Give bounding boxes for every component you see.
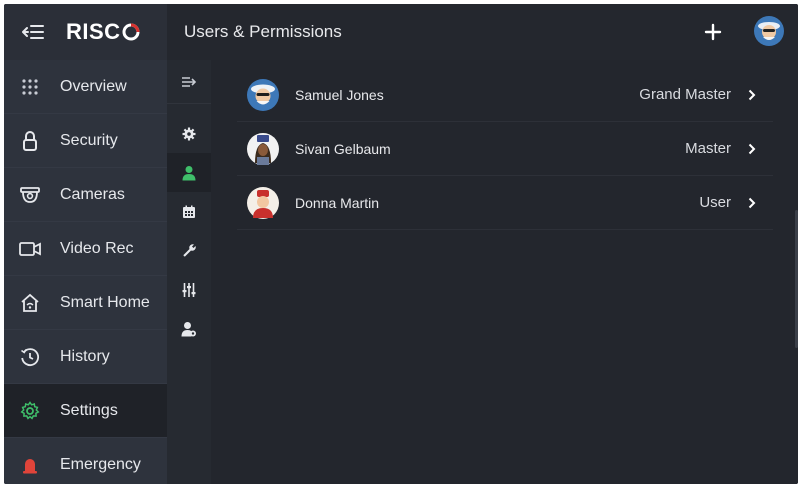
lock-icon [18, 129, 42, 153]
wrench-icon [182, 244, 196, 257]
subnav-adjustments[interactable] [167, 270, 211, 309]
list-item-user[interactable]: Sivan Gelbaum Master [237, 122, 773, 176]
chevron-right-icon [745, 196, 759, 210]
sidebar-item-history[interactable]: History [4, 330, 167, 384]
gear-icon [182, 127, 196, 140]
user-name: Samuel Jones [295, 86, 384, 103]
user-role: User [699, 194, 731, 211]
chevron-right-icon [745, 88, 759, 102]
logo-text: RISC [66, 19, 121, 44]
sidebar-item-label: Security [60, 131, 118, 149]
user-name: Sivan Gelbaum [295, 140, 391, 157]
avatar [247, 132, 279, 165]
sidebar-item-label: Emergency [60, 455, 141, 473]
sidebar-item-security[interactable]: Security [4, 114, 167, 168]
sidebar-item-overview[interactable]: Overview [4, 60, 167, 114]
users-panel: Samuel Jones Grand Master Sivan Gelbaum … [211, 60, 798, 484]
app-window: RISC Users & Permissions Overview Securi… [4, 4, 798, 484]
chevron-right-icon [745, 142, 759, 156]
sidebar-item-video-rec[interactable]: Video Rec [4, 222, 167, 276]
home-icon [18, 291, 42, 315]
brand-bar: RISC [4, 4, 167, 60]
list-item-user[interactable]: Samuel Jones Grand Master [237, 68, 773, 122]
gear-icon [18, 399, 42, 423]
camera-icon [18, 183, 42, 207]
calendar-icon [183, 205, 195, 218]
subnav-users[interactable] [167, 153, 211, 192]
add-user-button[interactable] [698, 17, 728, 47]
settings-subnav [167, 60, 211, 484]
subnav-general-settings[interactable] [167, 114, 211, 153]
sidebar-item-label: Cameras [60, 185, 125, 203]
collapse-menu-icon[interactable] [18, 17, 48, 47]
page-title: Users & Permissions [184, 22, 342, 41]
header-bar: Users & Permissions [167, 4, 798, 60]
plus-icon [704, 23, 722, 41]
sidebar-item-cameras[interactable]: Cameras [4, 168, 167, 222]
siren-icon [18, 453, 42, 477]
video-icon [18, 237, 42, 261]
sidebar-item-emergency[interactable]: Emergency [4, 438, 167, 484]
avatar [247, 186, 279, 219]
sidebar-item-smart-home[interactable]: Smart Home [4, 276, 167, 330]
sidebar-item-label: Settings [60, 401, 118, 419]
subnav-user-settings[interactable] [167, 309, 211, 348]
user-role: Grand Master [639, 86, 731, 103]
sidebar-item-label: Video Rec [60, 239, 134, 257]
subnav-tools[interactable] [167, 231, 211, 270]
user-icon [182, 165, 196, 180]
sidebar: Overview Security Cameras Video Rec Smar… [4, 60, 167, 484]
subnav-schedule[interactable] [167, 192, 211, 231]
history-icon [18, 345, 42, 369]
user-settings-icon [181, 321, 196, 336]
sidebar-item-settings[interactable]: Settings [4, 384, 167, 438]
logo-swirl-icon [122, 23, 140, 41]
sliders-icon [182, 282, 196, 297]
avatar [247, 78, 279, 111]
list-item-user[interactable]: Donna Martin User [237, 176, 773, 230]
grid-icon [18, 75, 42, 99]
expand-icon [182, 76, 197, 87]
account-avatar[interactable] [754, 16, 784, 46]
scrollbar[interactable] [795, 210, 798, 348]
user-role: Master [685, 140, 731, 157]
sidebar-item-label: History [60, 347, 110, 365]
risco-logo: RISC [66, 19, 140, 45]
user-name: Donna Martin [295, 194, 380, 211]
expand-subnav-button[interactable] [167, 60, 211, 104]
user-list: Samuel Jones Grand Master Sivan Gelbaum … [237, 68, 773, 230]
sidebar-item-label: Overview [60, 77, 127, 95]
sidebar-item-label: Smart Home [60, 293, 150, 311]
